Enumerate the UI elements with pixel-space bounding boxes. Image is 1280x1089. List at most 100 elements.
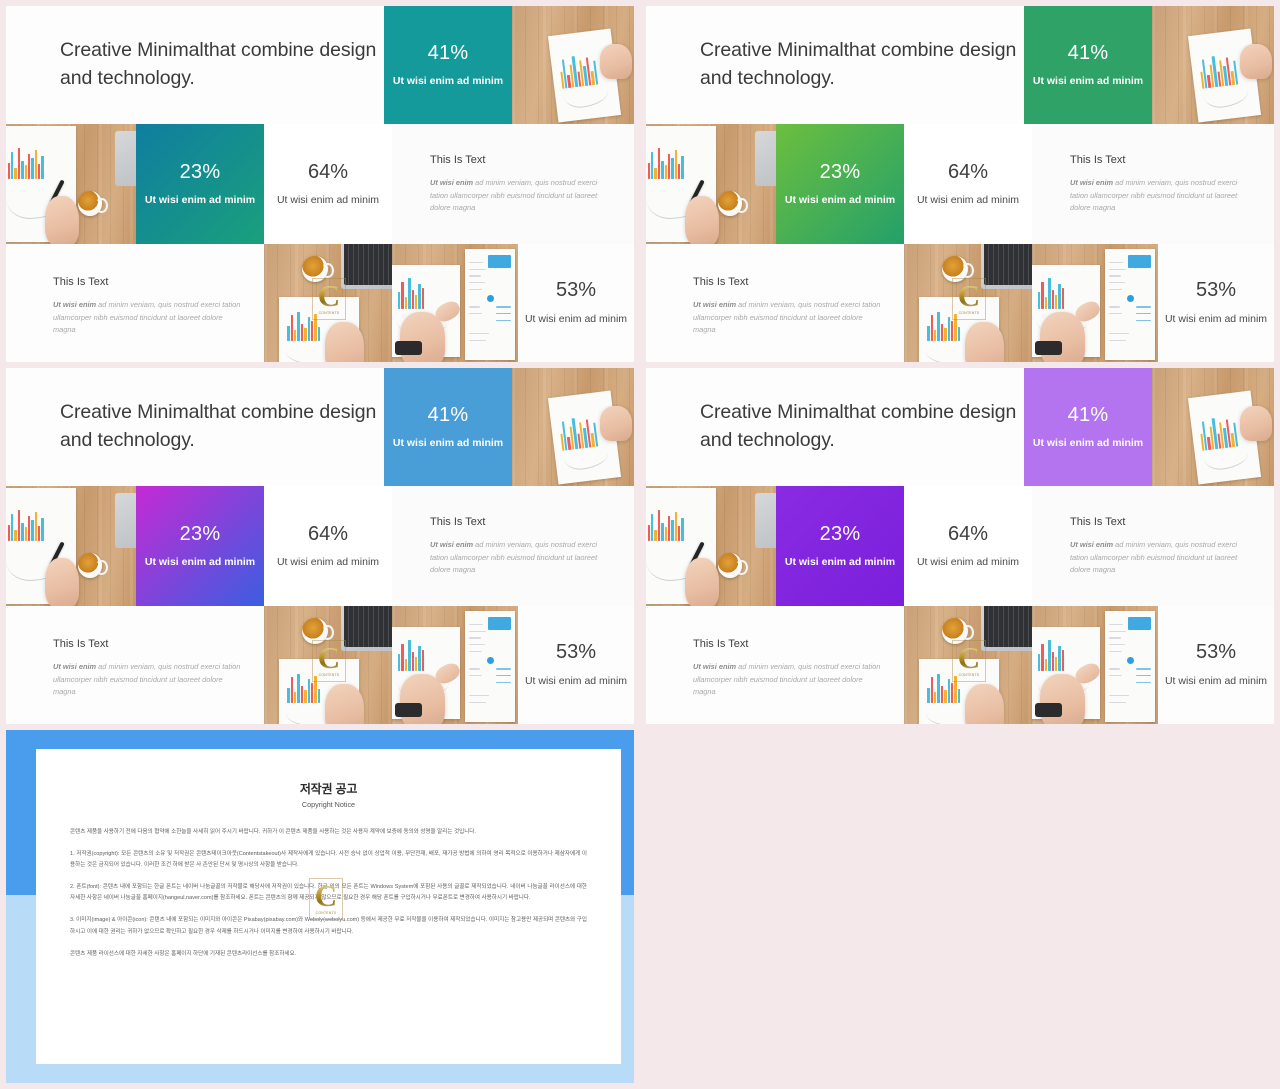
text-block-left: This Is Text Ut wisi enim ad minim venia… (646, 244, 904, 362)
headline-cell: Creative Minimalthat combine design and … (6, 368, 384, 486)
text-block-body: Ut wisi enim ad minim veniam, quis nostr… (1070, 177, 1250, 215)
text-block-title: This Is Text (53, 276, 109, 288)
stat-caption-41: Ut wisi enim ad minim (392, 74, 504, 87)
stat-value-53: 53% (555, 278, 597, 301)
stat-tile-53[interactable]: 53% Ut wisi enim ad minim (518, 606, 634, 724)
stat-caption-41: Ut wisi enim ad minim (1032, 436, 1144, 449)
text-block-title: This Is Text (1070, 154, 1126, 166)
text-block-title: This Is Text (693, 276, 749, 288)
slide-row-top: Creative Minimalthat combine design and … (646, 368, 1274, 486)
slide-row-top: Creative Minimalthat combine design and … (646, 6, 1274, 124)
text-block-right: This Is Text Ut wisi enim ad minim venia… (1032, 486, 1274, 606)
text-block-right: This Is Text Ut wisi enim ad minim venia… (392, 124, 634, 244)
page-title: Creative Minimalthat combine design and … (700, 401, 1017, 451)
photo-desk-chart-fist (1152, 368, 1274, 486)
stat-caption-23: Ut wisi enim ad minim (784, 555, 896, 568)
page-root: Creative Minimalthat combine design and … (0, 0, 1280, 1089)
photo-hand-writing-chart (6, 486, 136, 606)
stat-caption-64: Ut wisi enim ad minim (916, 193, 1020, 206)
slide-row-middle: 23% Ut wisi enim ad minim 64% Ut wisi en… (6, 486, 634, 682)
stat-value-53: 53% (555, 640, 597, 663)
stat-value-64: 64% (947, 522, 989, 545)
slide-row-bottom: This Is Text Ut wisi enim ad minim venia… (646, 244, 1274, 362)
stat-caption-53: Ut wisi enim ad minim (1164, 312, 1268, 325)
text-block-title: This Is Text (693, 638, 749, 650)
slide-green[interactable]: Creative Minimalthat combine design and … (646, 6, 1274, 362)
photo-hand-writing-chart (646, 486, 776, 606)
headline-cell: Creative Minimalthat combine design and … (646, 6, 1024, 124)
stat-tile-64[interactable]: 64% Ut wisi enim ad minim (904, 486, 1032, 606)
slide-purple[interactable]: Creative Minimalthat combine design and … (646, 368, 1274, 724)
stat-tile-23[interactable]: 23% Ut wisi enim ad minim (776, 124, 904, 244)
stat-caption-53: Ut wisi enim ad minim (524, 312, 628, 325)
stat-tile-53[interactable]: 53% Ut wisi enim ad minim (518, 244, 634, 362)
slide-row-bottom: This Is Text Ut wisi enim ad minim venia… (6, 244, 634, 362)
stat-tile-41[interactable]: 41% Ut wisi enim ad minim (1024, 6, 1152, 124)
copyright-subtitle: Copyright Notice (301, 800, 356, 809)
stat-value-41: 41% (1067, 403, 1109, 426)
stat-value-23: 23% (819, 522, 861, 545)
text-block-right: This Is Text Ut wisi enim ad minim venia… (392, 486, 634, 606)
text-block-lead: Ut wisi enim (53, 300, 97, 309)
stat-tile-23[interactable]: 23% Ut wisi enim ad minim (136, 124, 264, 244)
text-block-body: Ut wisi enim ad minim veniam, quis nostr… (430, 177, 610, 215)
photo-hand-writing-chart (6, 124, 136, 244)
text-block-title: This Is Text (53, 638, 109, 650)
page-title: Creative Minimalthat combine design and … (700, 39, 1017, 89)
stat-tile-64[interactable]: 64% Ut wisi enim ad minim (264, 124, 392, 244)
stat-tile-41[interactable]: 41% Ut wisi enim ad minim (384, 368, 512, 486)
stat-caption-23: Ut wisi enim ad minim (144, 193, 256, 206)
slide-row-middle: 23% Ut wisi enim ad minim 64% Ut wisi en… (646, 486, 1274, 682)
stat-caption-23: Ut wisi enim ad minim (784, 193, 896, 206)
slide-row-top: Creative Minimalthat combine design and … (6, 6, 634, 124)
photo-finger-pointing-report (1032, 606, 1158, 724)
stat-tile-53[interactable]: 53% Ut wisi enim ad minim (1158, 606, 1274, 724)
copyright-paragraph: 2. 폰트(font): 콘텐츠 내에 포함되는 한글 폰트는 네이버 나눔글꼴… (70, 884, 587, 902)
text-block-lead: Ut wisi enim (693, 300, 737, 309)
photo-finger-pointing-report (1032, 244, 1158, 362)
stat-value-64: 64% (947, 160, 989, 183)
headline-cell: Creative Minimalthat combine design and … (646, 368, 1024, 486)
stat-tile-23[interactable]: 23% Ut wisi enim ad minim (776, 486, 904, 606)
text-block-left: This Is Text Ut wisi enim ad minim venia… (6, 606, 264, 724)
stat-value-41: 41% (1067, 41, 1109, 64)
stat-tile-64[interactable]: 64% Ut wisi enim ad minim (904, 124, 1032, 244)
photo-desk-chart-fist (1152, 6, 1274, 124)
stat-tile-23[interactable]: 23% Ut wisi enim ad minim (136, 486, 264, 606)
text-block-right: This Is Text Ut wisi enim ad minim venia… (1032, 124, 1274, 244)
text-block-body: Ut wisi enim ad minim veniam, quis nostr… (693, 661, 884, 699)
page-title: Creative Minimalthat combine design and … (60, 401, 377, 451)
stat-caption-53: Ut wisi enim ad minim (524, 674, 628, 687)
text-block-lead: Ut wisi enim (430, 178, 474, 187)
slide-teal[interactable]: Creative Minimalthat combine design and … (6, 6, 634, 362)
stat-caption-41: Ut wisi enim ad minim (1032, 74, 1144, 87)
stat-tile-53[interactable]: 53% Ut wisi enim ad minim (1158, 244, 1274, 362)
stat-caption-23: Ut wisi enim ad minim (144, 555, 256, 568)
text-block-title: This Is Text (430, 516, 486, 528)
photo-finger-pointing-report (392, 244, 518, 362)
slide-copyright-notice[interactable]: 저작권 공고 Copyright Notice 콘텐츠 제품을 사용하기 전에 … (6, 730, 634, 1083)
photo-desk-chart-fist (512, 6, 634, 124)
stat-caption-41: Ut wisi enim ad minim (392, 436, 504, 449)
slide-row-bottom: This Is Text Ut wisi enim ad minim venia… (6, 606, 634, 724)
headline-cell: Creative Minimalthat combine design and … (6, 6, 384, 124)
stat-value-53: 53% (1195, 278, 1237, 301)
text-block-body: Ut wisi enim ad minim veniam, quis nostr… (1070, 539, 1250, 577)
text-block-lead: Ut wisi enim (430, 540, 474, 549)
slide-blue-magenta[interactable]: Creative Minimalthat combine design and … (6, 368, 634, 724)
text-block-title: This Is Text (430, 154, 486, 166)
photo-desk-laptop-coffee (904, 606, 1032, 724)
stat-tile-64[interactable]: 64% Ut wisi enim ad minim (264, 486, 392, 606)
text-block-lead: Ut wisi enim (693, 662, 737, 671)
stat-tile-41[interactable]: 41% Ut wisi enim ad minim (1024, 368, 1152, 486)
slide-row-middle: 23% Ut wisi enim ad minim 64% Ut wisi en… (6, 124, 634, 320)
stat-value-23: 23% (819, 160, 861, 183)
text-block-body: Ut wisi enim ad minim veniam, quis nostr… (430, 539, 610, 577)
photo-desk-laptop-coffee (264, 606, 392, 724)
text-block-body: Ut wisi enim ad minim veniam, quis nostr… (53, 299, 244, 337)
stat-value-23: 23% (179, 522, 221, 545)
copyright-paragraph: 콘텐츠 제품 라이선스에 대한 자세한 사항은 홈페이지 하단에 기재된 콘텐츠… (70, 950, 297, 957)
stat-value-41: 41% (427, 41, 469, 64)
slide-row-middle: 23% Ut wisi enim ad minim 64% Ut wisi en… (646, 124, 1274, 320)
stat-tile-41[interactable]: 41% Ut wisi enim ad minim (384, 6, 512, 124)
